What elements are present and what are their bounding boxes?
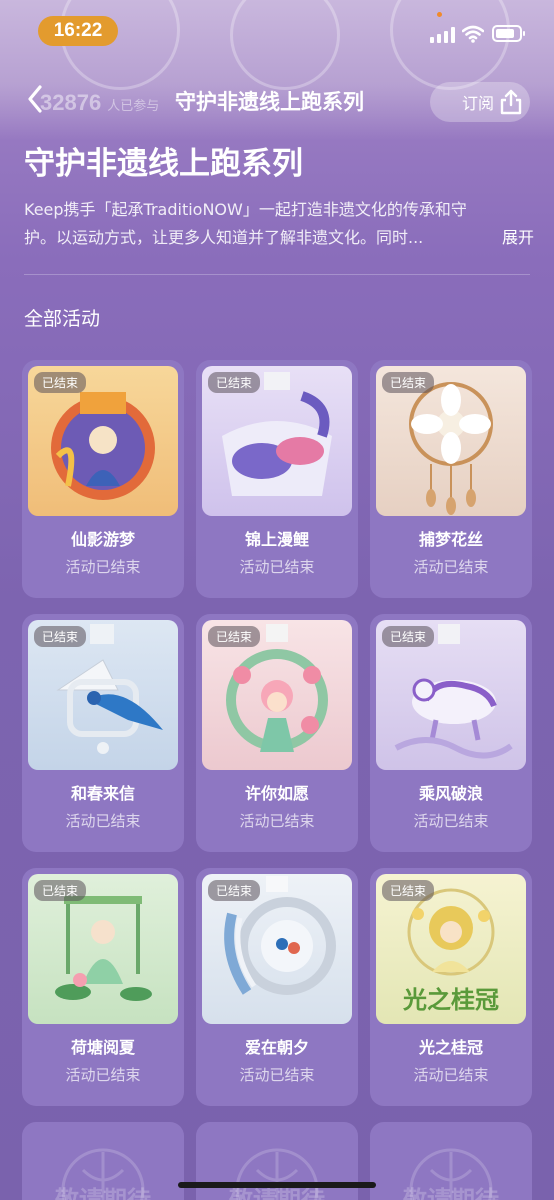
- ended-badge: 已结束: [382, 372, 435, 393]
- activity-card[interactable]: 已结束 许你如愿 活动已结束: [196, 614, 358, 852]
- card-status: 活动已结束: [65, 558, 141, 576]
- expand-link[interactable]: 展开: [502, 224, 534, 252]
- card-status: 活动已结束: [65, 812, 141, 830]
- divider: [24, 274, 530, 275]
- card-title: 光之桂冠: [418, 1038, 483, 1057]
- participants-label: 人已参与: [107, 98, 160, 113]
- card-status: 活动已结束: [239, 812, 315, 830]
- medal-image: 已结束: [376, 366, 526, 516]
- card-title: 乘风破浪: [418, 784, 483, 803]
- share-icon[interactable]: [498, 88, 524, 116]
- section-title: 全部活动: [24, 308, 101, 330]
- medal-image: 已结束: [202, 620, 352, 770]
- series-description: Keep携手「起承TraditioNOW」一起打造非遗文化的传承和守 护。以运动…: [24, 196, 534, 252]
- card-status: 活动已结束: [65, 1066, 141, 1084]
- status-bar: 16:22: [0, 0, 554, 60]
- card-title: 许你如愿: [244, 784, 309, 803]
- nav-actions: 订阅: [430, 82, 530, 122]
- medal-image: 已结束: [28, 366, 178, 516]
- ended-badge: 已结束: [34, 880, 87, 901]
- participants-counter: 32876 人已参与: [40, 90, 159, 116]
- activity-card[interactable]: 已结束 和春来信 活动已结束: [22, 614, 184, 852]
- activity-card[interactable]: 已结束 仙影游梦 活动已结束: [22, 360, 184, 598]
- description-line-1: Keep携手「起承TraditioNOW」一起打造非遗文化的传承和守: [24, 200, 467, 219]
- medal-image: 已结束: [202, 366, 352, 516]
- ended-badge: 已结束: [208, 880, 261, 901]
- card-title: 锦上漫鲤: [244, 530, 309, 549]
- ended-badge: 已结束: [208, 626, 261, 647]
- nav-title: 守护非遗线上跑系列: [175, 90, 364, 114]
- card-title: 和春来信: [70, 784, 135, 803]
- participants-count: 32876: [40, 90, 102, 115]
- medal-image: 已结束: [202, 874, 352, 1024]
- coming-soon-text: 敬请期待: [403, 1186, 499, 1200]
- medal-image: 已结束: [28, 874, 178, 1024]
- card-status: 活动已结束: [239, 1066, 315, 1084]
- medal-image: 已结束: [376, 620, 526, 770]
- activity-card[interactable]: 已结束 锦上漫鲤 活动已结束: [196, 360, 358, 598]
- status-time: 16:22: [38, 16, 118, 46]
- medal-image: 已结束: [28, 620, 178, 770]
- nav-bar: 32876 人已参与 守护非遗线上跑系列 订阅: [0, 72, 554, 128]
- page-title: 守护非遗线上跑系列: [24, 146, 303, 182]
- card-title: 仙影游梦: [70, 530, 135, 549]
- coming-soon-card[interactable]: 敬请期待: [196, 1122, 358, 1200]
- ended-badge: 已结束: [382, 626, 435, 647]
- cellular-signal-icon: [430, 27, 455, 43]
- card-title: 捕梦花丝: [418, 530, 483, 549]
- card-title: 爱在朝夕: [244, 1038, 309, 1057]
- activity-card[interactable]: 光之桂冠 已结束 光之桂冠 活动已结束: [370, 868, 532, 1106]
- page: 16:22 32876 人已参与 守护非遗线上跑系列 订阅 守护非遗线上跑系列 …: [0, 0, 554, 1200]
- coming-soon-text: 敬请期待: [55, 1186, 151, 1200]
- activity-card[interactable]: 已结束 捕梦花丝 活动已结束: [370, 360, 532, 598]
- wifi-icon: [462, 25, 484, 43]
- coming-soon-card[interactable]: 敬请期待: [370, 1122, 532, 1200]
- ended-badge: 已结束: [34, 372, 87, 393]
- medal-caption: 光之桂冠: [403, 985, 499, 1014]
- ended-badge: 已结束: [34, 626, 87, 647]
- card-status: 活动已结束: [413, 812, 489, 830]
- activity-card[interactable]: 已结束 爱在朝夕 活动已结束: [196, 868, 358, 1106]
- card-title: 荷塘阅夏: [70, 1038, 135, 1057]
- back-button[interactable]: [22, 84, 48, 114]
- card-status: 活动已结束: [239, 558, 315, 576]
- recording-dot: [437, 12, 442, 17]
- medal-image: 光之桂冠 已结束: [376, 874, 526, 1024]
- description-line-2: 护。以运动方式，让更多人知道并了解非遗文化。同时...: [24, 228, 424, 247]
- activity-card[interactable]: 已结束 乘风破浪 活动已结束: [370, 614, 532, 852]
- ended-badge: 已结束: [208, 372, 261, 393]
- subscribe-button[interactable]: 订阅: [462, 90, 494, 114]
- battery-icon: [492, 25, 525, 42]
- chevron-left-icon: [28, 85, 42, 113]
- home-indicator[interactable]: [178, 1182, 376, 1188]
- card-status: 活动已结束: [413, 558, 489, 576]
- ended-badge: 已结束: [382, 880, 435, 901]
- card-status: 活动已结束: [413, 1066, 489, 1084]
- activity-card[interactable]: 已结束 荷塘阅夏 活动已结束: [22, 868, 184, 1106]
- coming-soon-card[interactable]: 敬请期待: [22, 1122, 184, 1200]
